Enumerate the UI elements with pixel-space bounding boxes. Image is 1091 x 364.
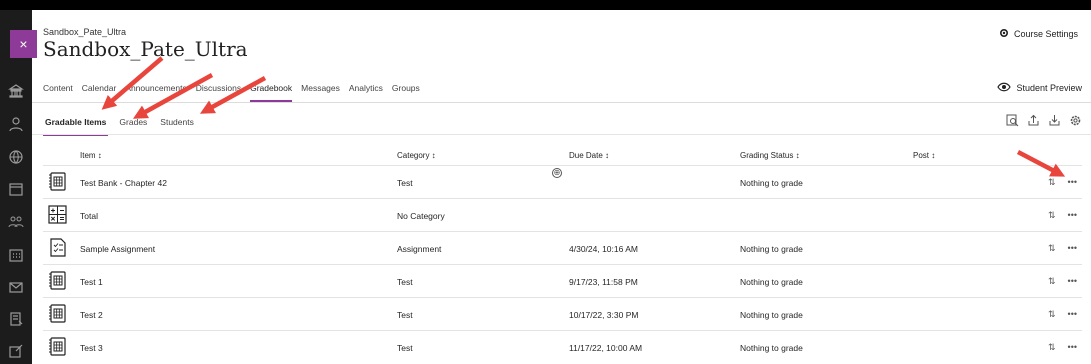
globe-icon[interactable] bbox=[7, 148, 25, 166]
eye-icon bbox=[997, 82, 1012, 94]
reorder-icon[interactable]: ⇅ bbox=[1048, 309, 1056, 320]
row-actions: ⇅ ••• bbox=[1048, 243, 1077, 254]
row-actions: ⇅ ••• bbox=[1048, 177, 1077, 188]
settings-gear-icon[interactable] bbox=[1069, 114, 1082, 127]
nav-divider bbox=[32, 102, 1091, 103]
item-category: Test bbox=[397, 343, 413, 353]
item-name[interactable]: Test 2 bbox=[80, 310, 103, 320]
course-panel: Sandbox_Pate_Ultra Sandbox_Pate_Ultra Co… bbox=[32, 10, 1091, 364]
close-course-button[interactable]: × bbox=[10, 30, 37, 58]
more-options-icon[interactable]: ••• bbox=[1068, 276, 1077, 287]
item-grading-status: Nothing to grade bbox=[740, 310, 803, 320]
subnav-divider bbox=[32, 134, 1091, 135]
item-due-date: 11/17/22, 10:00 AM bbox=[569, 343, 643, 353]
more-options-icon[interactable]: ••• bbox=[1068, 210, 1077, 221]
column-due-date[interactable]: Due Date ↕ bbox=[569, 151, 609, 160]
item-category: No Category bbox=[397, 211, 445, 221]
more-options-icon[interactable]: ••• bbox=[1068, 309, 1077, 320]
more-options-icon[interactable]: ••• bbox=[1068, 177, 1077, 188]
reorder-icon[interactable]: ⇅ bbox=[1048, 210, 1056, 221]
profile-icon[interactable] bbox=[7, 115, 25, 133]
tab-announcements[interactable]: Announcements bbox=[125, 83, 186, 102]
course-settings-label: Course Settings bbox=[1013, 29, 1078, 39]
item-category: Test bbox=[397, 310, 413, 320]
item-due-date: 9/17/23, 11:58 PM bbox=[569, 277, 638, 287]
reorder-icon[interactable]: ⇅ bbox=[1048, 243, 1056, 254]
assignment-icon bbox=[48, 237, 67, 258]
search-grades-icon[interactable] bbox=[1006, 114, 1019, 127]
column-grading-status[interactable]: Grading Status ↕ bbox=[740, 151, 800, 160]
organizations-icon[interactable] bbox=[7, 213, 25, 231]
test-icon bbox=[48, 303, 67, 324]
left-nav-rail bbox=[0, 10, 32, 364]
more-options-icon[interactable]: ••• bbox=[1068, 243, 1077, 254]
course-nav: Content Calendar Announcements Discussio… bbox=[43, 83, 429, 102]
item-name[interactable]: Test 3 bbox=[80, 343, 103, 353]
course-short-name: Sandbox_Pate_Ultra bbox=[43, 27, 127, 37]
student-preview-button[interactable]: Student Preview bbox=[997, 82, 1082, 94]
item-category: Assignment bbox=[397, 244, 442, 254]
row-actions: ⇅ ••• bbox=[1048, 309, 1077, 320]
item-category: Test bbox=[397, 277, 413, 287]
top-frame bbox=[0, 0, 1091, 10]
test-icon bbox=[48, 171, 67, 192]
tab-content[interactable]: Content bbox=[43, 83, 73, 102]
reorder-icon[interactable]: ⇅ bbox=[1048, 276, 1056, 287]
item-name[interactable]: Total bbox=[80, 211, 98, 221]
tab-groups[interactable]: Groups bbox=[392, 83, 420, 102]
tab-discussions[interactable]: Discussions bbox=[196, 83, 241, 102]
more-options-icon[interactable]: ••• bbox=[1068, 342, 1077, 353]
calendar-icon[interactable] bbox=[7, 180, 25, 198]
grades-icon[interactable] bbox=[7, 310, 25, 328]
institution-icon[interactable] bbox=[7, 82, 25, 100]
item-due-date: 4/30/24, 10:16 AM bbox=[569, 244, 638, 254]
tools-icon[interactable] bbox=[7, 342, 25, 360]
upload-icon[interactable] bbox=[1027, 114, 1040, 127]
download-icon[interactable] bbox=[1048, 114, 1061, 127]
reorder-icon[interactable]: ⇅ bbox=[1048, 177, 1056, 188]
item-category: Test bbox=[397, 178, 413, 188]
tab-analytics[interactable]: Analytics bbox=[349, 83, 383, 102]
table-row[interactable]: Test 1 Test 9/17/23, 11:58 PM Nothing to… bbox=[43, 264, 1082, 297]
row-actions: ⇅ ••• bbox=[1048, 210, 1077, 221]
tab-calendar[interactable]: Calendar bbox=[82, 83, 117, 102]
column-post[interactable]: Post ↕ bbox=[913, 151, 935, 160]
item-due-date: 10/17/22, 3:30 PM bbox=[569, 310, 639, 320]
item-grading-status: Nothing to grade bbox=[740, 343, 803, 353]
row-actions: ⇅ ••• bbox=[1048, 342, 1077, 353]
test-icon bbox=[48, 270, 67, 291]
table-row[interactable]: Test Bank - Chapter 42 Test Nothing to g… bbox=[43, 165, 1082, 198]
calculation-icon bbox=[48, 204, 67, 225]
student-preview-label: Student Preview bbox=[1016, 83, 1082, 93]
course-settings-button[interactable]: Course Settings bbox=[999, 28, 1078, 40]
item-grading-status: Nothing to grade bbox=[740, 277, 803, 287]
item-name[interactable]: Test 1 bbox=[80, 277, 103, 287]
table-row[interactable]: Test 2 Test 10/17/22, 3:30 PM Nothing to… bbox=[43, 297, 1082, 330]
table-row[interactable]: Test 3 Test 11/17/22, 10:00 AM Nothing t… bbox=[43, 330, 1082, 363]
course-title: Sandbox_Pate_Ultra bbox=[43, 37, 248, 61]
item-name[interactable]: Sample Assignment bbox=[80, 244, 155, 254]
item-grading-status: Nothing to grade bbox=[740, 244, 803, 254]
item-grading-status: Nothing to grade bbox=[740, 178, 803, 188]
test-icon bbox=[48, 336, 67, 357]
schedule-icon[interactable] bbox=[7, 246, 25, 264]
table-row[interactable]: Total No Category ⇅ ••• bbox=[43, 198, 1082, 231]
table-row[interactable]: Sample Assignment Assignment 4/30/24, 10… bbox=[43, 231, 1082, 264]
item-name[interactable]: Test Bank - Chapter 42 bbox=[80, 178, 167, 188]
tab-messages[interactable]: Messages bbox=[301, 83, 340, 102]
messages-icon[interactable] bbox=[7, 278, 25, 296]
close-icon: × bbox=[19, 36, 28, 52]
gradebook-table-header: Item ↕ Category ↕ Due Date ↕ Grading Sta… bbox=[43, 151, 1082, 165]
gradebook-toolbar bbox=[1006, 114, 1082, 127]
reorder-icon[interactable]: ⇅ bbox=[1048, 342, 1056, 353]
column-category[interactable]: Category ↕ bbox=[397, 151, 436, 160]
tab-gradebook[interactable]: Gradebook bbox=[250, 83, 293, 102]
row-actions: ⇅ ••• bbox=[1048, 276, 1077, 287]
column-item[interactable]: Item ↕ bbox=[80, 151, 102, 160]
gear-icon bbox=[999, 28, 1009, 40]
